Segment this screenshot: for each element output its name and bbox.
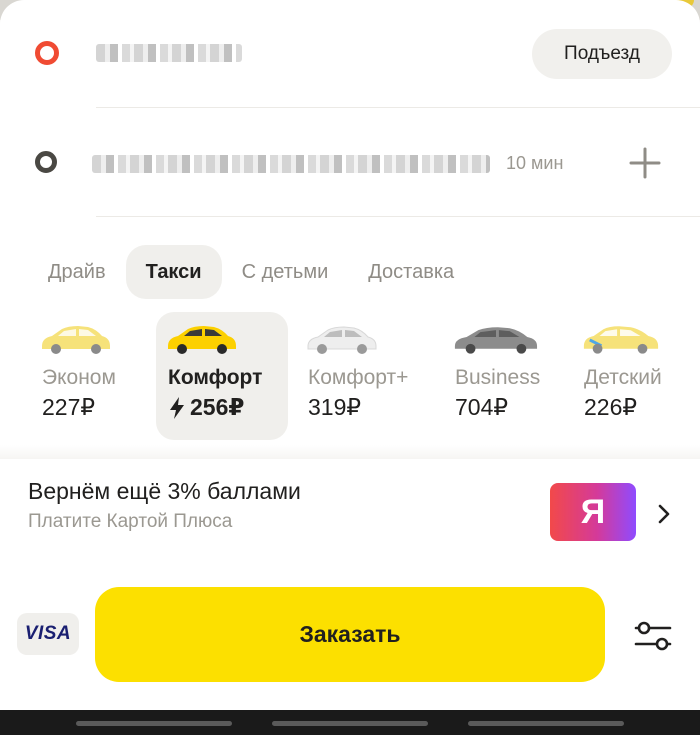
tariff-price: 226₽ (584, 394, 638, 420)
sliders-icon (634, 621, 672, 651)
divider (96, 216, 700, 217)
nav-handle[interactable] (272, 721, 428, 726)
car-kids-icon (583, 326, 659, 354)
tariff-name: Business (455, 366, 541, 389)
car-comfort-plus-icon (307, 326, 377, 354)
tab-taxi[interactable]: Такси (125, 245, 222, 299)
tariff-comfort[interactable]: Комфорт 256₽ (156, 312, 288, 440)
section-divider (0, 445, 700, 459)
destination-address-redacted (92, 155, 490, 173)
entrance-button[interactable]: Подъезд (532, 29, 672, 79)
tariff-kids[interactable]: Детский 226₽ (572, 312, 700, 440)
order-button[interactable]: Заказать (95, 587, 605, 682)
eta-label: 10 мин (506, 153, 564, 173)
car-business-icon (454, 327, 538, 354)
system-navigation-bar (0, 710, 700, 735)
route-from-row[interactable]: Подъезд (0, 0, 700, 108)
order-sheet: Подъезд 10 мин Драйв Такси С детьми Дост… (0, 0, 700, 710)
tariff-economy[interactable]: Эконом 227₽ (30, 312, 162, 440)
promo-title: Вернём ещё 3% баллами (28, 478, 301, 504)
pickup-point-icon (35, 41, 59, 65)
tariff-price: 319₽ (308, 394, 362, 420)
tariff-comfort-plus[interactable]: Комфорт+ 319₽ (296, 312, 428, 440)
bolt-icon (170, 396, 184, 419)
tariff-price: 256₽ (190, 394, 245, 420)
tariff-name: Детский (584, 366, 662, 389)
nav-handle[interactable] (76, 721, 232, 726)
tab-kids[interactable]: С детьми (222, 245, 349, 299)
tariff-price: 704₽ (455, 394, 509, 420)
car-comfort-icon (168, 326, 236, 354)
payment-method-button[interactable]: VISA (17, 613, 79, 655)
plus-icon (629, 147, 661, 179)
nav-handle[interactable] (468, 721, 624, 726)
service-tabs: Драйв Такси С детьми Доставка (30, 245, 474, 299)
tariff-price: 227₽ (42, 394, 96, 420)
chevron-right-icon (658, 504, 670, 524)
plus-card-promo[interactable]: Вернём ещё 3% баллами Платите Картой Плю… (0, 458, 700, 568)
tariff-price-row: 256₽ (168, 394, 244, 421)
add-stop-button[interactable] (622, 140, 668, 186)
yandex-plus-logo: Я (550, 483, 636, 541)
destination-point-icon (35, 151, 57, 173)
tariff-name: Эконом (42, 366, 116, 389)
car-economy-icon (42, 326, 110, 354)
pickup-address-redacted (96, 44, 242, 62)
tariff-name: Комфорт (168, 366, 263, 389)
tariff-business[interactable]: Business 704₽ (443, 312, 575, 440)
tab-delivery[interactable]: Доставка (348, 245, 474, 299)
order-options-button[interactable] (628, 614, 678, 658)
tab-drive[interactable]: Драйв (30, 245, 126, 299)
tariff-list: Эконом 227₽ Комфорт 256₽ Комфорт+ 319₽ B… (0, 312, 700, 442)
tariff-name: Комфорт+ (308, 366, 409, 389)
promo-subtitle: Платите Картой Плюса (28, 511, 233, 532)
